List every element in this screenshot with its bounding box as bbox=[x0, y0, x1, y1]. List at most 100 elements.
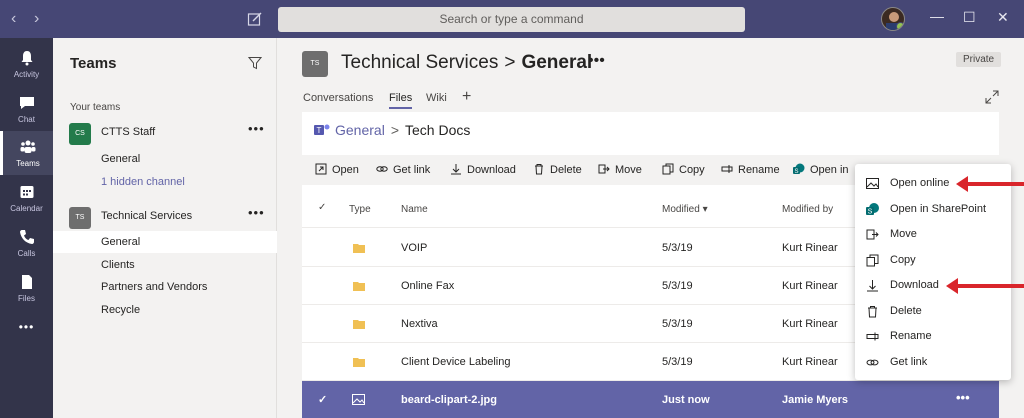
compose-icon[interactable] bbox=[247, 11, 263, 27]
svg-text:S: S bbox=[794, 169, 798, 175]
teams-icon bbox=[20, 140, 36, 153]
calendar-icon bbox=[20, 186, 33, 198]
column-name[interactable]: Name bbox=[401, 204, 428, 215]
hidden-channel-link[interactable]: 1 hidden channel bbox=[53, 171, 277, 193]
avatar[interactable] bbox=[881, 7, 905, 31]
phone-icon bbox=[19, 230, 34, 244]
open-button[interactable]: Open bbox=[315, 155, 359, 185]
app-bar: Activity Chat Teams Calendar Calls Files… bbox=[0, 38, 53, 418]
column-modified-by[interactable]: Modified by bbox=[782, 204, 833, 215]
menu-label: Get link bbox=[890, 356, 928, 368]
team-avatar: CS bbox=[69, 123, 91, 145]
files-breadcrumb: T General > Tech Docs bbox=[314, 122, 470, 138]
file-name[interactable]: VOIP bbox=[401, 242, 427, 254]
appbar-label: Teams bbox=[16, 159, 40, 168]
file-name[interactable]: Online Fax bbox=[401, 280, 454, 292]
appbar-chat[interactable]: Chat bbox=[0, 87, 53, 131]
rename-icon bbox=[721, 165, 733, 173]
select-all-checkbox[interactable]: ✓ bbox=[318, 202, 326, 213]
file-modified: 5/3/19 bbox=[662, 318, 693, 330]
folder-icon bbox=[353, 282, 365, 291]
more-options-icon[interactable]: ••• bbox=[248, 205, 265, 220]
download-icon bbox=[451, 164, 461, 175]
channel-general[interactable]: General bbox=[53, 148, 277, 170]
maximize-icon[interactable]: ☐ bbox=[963, 9, 976, 26]
breadcrumb-general[interactable]: General bbox=[335, 122, 385, 138]
open-in-button[interactable]: S Open in bbox=[793, 155, 849, 185]
team-name: CTTS Staff bbox=[101, 126, 156, 138]
get-link-button[interactable]: Get link bbox=[376, 155, 430, 185]
search-input[interactable]: Search or type a command bbox=[278, 7, 745, 32]
copy-button[interactable]: Copy bbox=[662, 155, 705, 185]
tab-wiki[interactable]: Wiki bbox=[426, 92, 447, 104]
channel-clients[interactable]: Clients bbox=[53, 254, 277, 276]
move-button[interactable]: Move bbox=[598, 155, 642, 185]
tab-conversations[interactable]: Conversations bbox=[303, 92, 373, 104]
folder-icon bbox=[353, 244, 365, 253]
copy-icon bbox=[866, 254, 879, 267]
channel-partners-and-vendors[interactable]: Partners and Vendors bbox=[53, 276, 277, 298]
toolbar-label: Move bbox=[615, 164, 642, 176]
menu-label: Download bbox=[890, 279, 939, 291]
minimize-icon[interactable]: — bbox=[930, 8, 944, 24]
column-modified[interactable]: Modified ▾ bbox=[662, 204, 708, 215]
team-name[interactable]: Technical Services bbox=[341, 52, 498, 73]
appbar-calls[interactable]: Calls bbox=[0, 221, 53, 265]
delete-button[interactable]: Delete bbox=[533, 155, 582, 185]
private-badge: Private bbox=[956, 52, 1002, 67]
move-icon bbox=[598, 164, 610, 174]
toolbar-label: Download bbox=[467, 164, 516, 176]
file-name[interactable]: Client Device Labeling bbox=[401, 356, 510, 368]
trash-icon bbox=[868, 306, 877, 318]
team-technical-services[interactable]: TS Technical Services ••• bbox=[53, 201, 277, 231]
team-avatar: TS bbox=[302, 51, 328, 77]
more-options-icon[interactable]: ••• bbox=[956, 390, 970, 405]
close-icon[interactable]: ✕ bbox=[997, 9, 1009, 26]
add-tab-icon[interactable]: + bbox=[462, 88, 471, 106]
filter-icon[interactable] bbox=[248, 56, 262, 70]
bell-icon bbox=[21, 51, 32, 66]
channel-general[interactable]: General bbox=[53, 231, 277, 253]
annotation-arrow bbox=[956, 176, 1024, 192]
row-checkbox[interactable]: ✓ bbox=[318, 393, 327, 406]
appbar-files[interactable]: Files bbox=[0, 266, 53, 310]
appbar-activity[interactable]: Activity bbox=[0, 42, 53, 86]
menu-move[interactable]: Move bbox=[855, 222, 1011, 247]
appbar-calendar[interactable]: Calendar bbox=[0, 176, 53, 220]
forward-arrow-icon[interactable]: › bbox=[34, 10, 39, 28]
file-name[interactable]: beard-clipart-2.jpg bbox=[401, 394, 497, 406]
rename-button[interactable]: Rename bbox=[721, 155, 780, 185]
file-modified-by: Kurt Rinear bbox=[782, 242, 838, 254]
more-options-icon[interactable]: ••• bbox=[248, 121, 265, 136]
back-arrow-icon[interactable]: ‹ bbox=[11, 10, 16, 28]
channel-more-icon[interactable]: ••• bbox=[588, 52, 605, 70]
copy-icon bbox=[662, 163, 674, 175]
expand-icon[interactable] bbox=[985, 90, 999, 104]
sharepoint-icon: S bbox=[793, 163, 805, 175]
appbar-label: Calendar bbox=[10, 204, 43, 213]
file-modified-by: Jamie Myers bbox=[782, 394, 849, 406]
menu-delete[interactable]: Delete bbox=[855, 299, 1011, 324]
tab-files[interactable]: Files bbox=[389, 92, 413, 109]
menu-rename[interactable]: Rename bbox=[855, 324, 1011, 349]
file-name[interactable]: Nextiva bbox=[401, 318, 438, 330]
title-bar: ‹ › Search or type a command — ☐ ✕ bbox=[0, 0, 1024, 38]
table-row-selected[interactable]: ✓ beard-clipart-2.jpg Just now Jamie Mye… bbox=[302, 381, 999, 418]
menu-copy[interactable]: Copy bbox=[855, 248, 1011, 273]
menu-get-link[interactable]: Get link bbox=[855, 350, 1011, 375]
menu-open-in-sharepoint[interactable]: S Open in SharePoint bbox=[855, 197, 1011, 222]
link-icon bbox=[866, 359, 879, 366]
svg-text:S: S bbox=[868, 209, 873, 216]
appbar-teams[interactable]: Teams bbox=[0, 131, 53, 175]
column-type[interactable]: Type bbox=[349, 204, 371, 215]
menu-label: Open online bbox=[890, 177, 950, 189]
toolbar-label: Open bbox=[332, 164, 359, 176]
channel-recycle[interactable]: Recycle bbox=[53, 299, 277, 321]
channel-title: Technical Services > General bbox=[341, 52, 592, 74]
folder-icon bbox=[353, 358, 365, 367]
download-button[interactable]: Download bbox=[450, 155, 516, 185]
rename-icon bbox=[866, 332, 879, 341]
team-ctts-staff[interactable]: CS CTTS Staff ••• bbox=[53, 117, 277, 147]
open-icon bbox=[315, 163, 327, 175]
appbar-more[interactable]: ••• bbox=[0, 316, 53, 346]
